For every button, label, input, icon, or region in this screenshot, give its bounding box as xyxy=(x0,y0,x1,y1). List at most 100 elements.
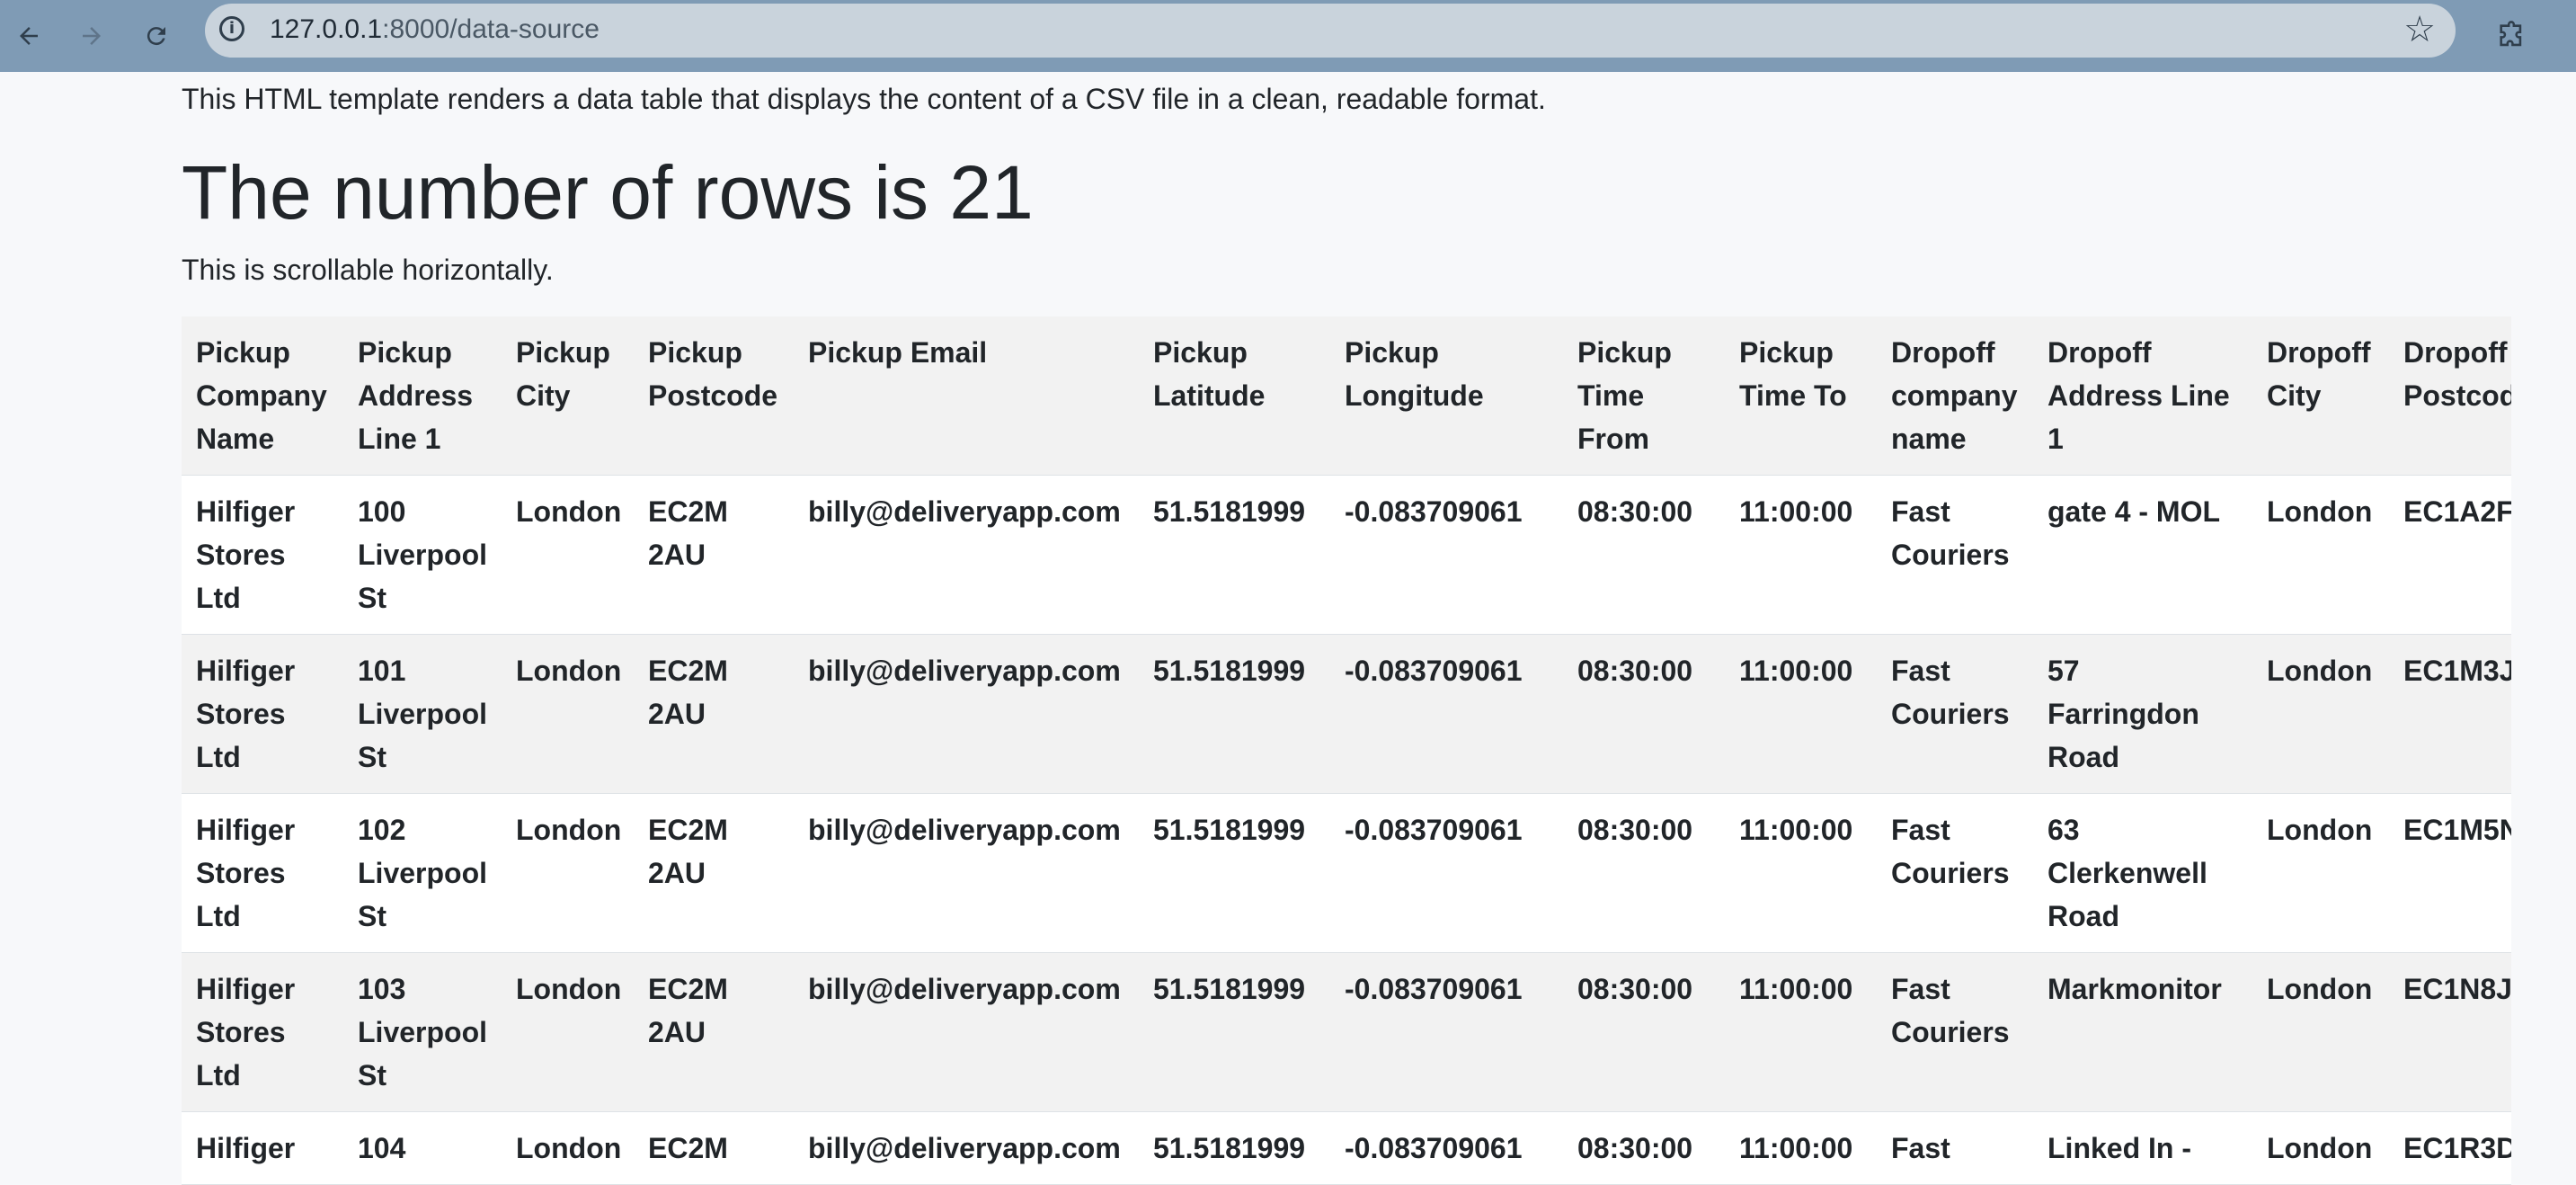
table-cell: 103 Liverpool St xyxy=(358,973,488,1091)
address-bar[interactable]: i 127.0.0.1:8000/data-source ☆ xyxy=(205,4,2456,58)
table-cell: EC1A2F xyxy=(2403,495,2511,528)
table-cell: London xyxy=(516,973,622,1005)
table-cell: 08:30:00 xyxy=(1577,495,1693,528)
table-cell: Fast xyxy=(1891,1132,1950,1164)
column-header: Pickup Address Line 1 xyxy=(343,316,502,476)
table-cell: 51.5181999 xyxy=(1153,1132,1306,1164)
puzzle-icon xyxy=(2500,21,2522,47)
table-cell: 08:30:00 xyxy=(1577,655,1693,687)
table-cell: 08:30:00 xyxy=(1577,973,1693,1005)
table-cell: -0.083709061 xyxy=(1345,655,1523,687)
column-header: Pickup Longitude xyxy=(1330,316,1563,476)
table-header-row: Pickup Company Name Pickup Address Line … xyxy=(182,316,2511,476)
table-row: Hilfiger Stores Ltd 103 Liverpool St Lon… xyxy=(182,952,2511,1112)
table-cell: 51.5181999 xyxy=(1153,655,1306,687)
column-header: Pickup Postcode xyxy=(634,316,794,476)
table-cell: 11:00:00 xyxy=(1739,495,1853,528)
extensions-button[interactable] xyxy=(2486,11,2536,61)
table-cell: EC2M 2AU xyxy=(648,655,728,730)
table-cell: EC2M xyxy=(648,1132,728,1164)
table-row: Hilfiger Stores Ltd 102 Liverpool St Lon… xyxy=(182,793,2511,953)
column-header: Dropoff Address Line 1 xyxy=(2033,316,2252,476)
table-cell: 100 Liverpool St xyxy=(358,495,488,614)
url-host: 127.0.0.1 xyxy=(270,14,383,44)
table-cell: London xyxy=(516,495,622,528)
table-cell: Fast Couriers xyxy=(1891,655,2010,730)
column-header: Dropoff Postcode xyxy=(2389,316,2511,476)
table-cell: 104 xyxy=(358,1132,406,1164)
table-cell: Linked In - xyxy=(2047,1132,2191,1164)
table-cell: EC1M3J xyxy=(2403,655,2511,687)
back-button[interactable] xyxy=(4,11,54,61)
column-header: Pickup Time To xyxy=(1725,316,1877,476)
table-cell: 11:00:00 xyxy=(1739,973,1853,1005)
table-cell: Hilfiger xyxy=(196,1132,296,1164)
data-table: Pickup Company Name Pickup Address Line … xyxy=(182,316,2511,1185)
table-cell: EC2M 2AU xyxy=(648,973,728,1048)
arrow-left-icon xyxy=(20,27,38,45)
scroll-hint: This is scrollable horizontally. xyxy=(182,254,554,286)
table-cell: EC1N8J xyxy=(2403,973,2511,1005)
table-cell: London xyxy=(2267,495,2373,528)
table-cell: 63 Clerkenwell Road xyxy=(2047,814,2207,932)
column-header: Pickup Email xyxy=(794,316,1139,476)
table-cell: Hilfiger Stores Ltd xyxy=(196,495,296,614)
url-text[interactable]: 127.0.0.1:8000/data-source xyxy=(270,14,600,45)
table-cell: 51.5181999 xyxy=(1153,814,1306,846)
forward-button[interactable] xyxy=(67,11,117,61)
column-header: Pickup Time From xyxy=(1563,316,1725,476)
reload-icon xyxy=(147,27,165,46)
reload-button[interactable] xyxy=(131,11,182,61)
table-cell: billy@deliveryapp.com xyxy=(808,495,1121,528)
browser-toolbar: i 127.0.0.1:8000/data-source ☆ xyxy=(0,0,2576,72)
table-cell: -0.083709061 xyxy=(1345,973,1523,1005)
table-row: Hilfiger Stores Ltd 101 Liverpool St Lon… xyxy=(182,634,2511,794)
table-cell: -0.083709061 xyxy=(1345,814,1523,846)
table-cell: 11:00:00 xyxy=(1739,814,1853,846)
table-scroll-container[interactable]: Pickup Company Name Pickup Address Line … xyxy=(182,316,2511,1185)
table-cell: London xyxy=(2267,1132,2373,1164)
table-cell: 08:30:00 xyxy=(1577,814,1693,846)
table-cell: EC1R3D xyxy=(2403,1132,2511,1164)
column-header: Pickup Company Name xyxy=(182,316,343,476)
table-cell: London xyxy=(2267,655,2373,687)
table-row: Hilfiger Stores Ltd 100 Liverpool St Lon… xyxy=(182,475,2511,635)
column-header: Pickup Latitude xyxy=(1139,316,1330,476)
table-cell: 51.5181999 xyxy=(1153,973,1306,1005)
intro-text: This HTML template renders a data table … xyxy=(182,83,1546,115)
table-cell: Fast Couriers xyxy=(1891,973,2010,1048)
info-icon[interactable]: i xyxy=(219,16,244,41)
table-cell: EC1M5N xyxy=(2403,814,2511,846)
table-cell: 51.5181999 xyxy=(1153,495,1306,528)
table-cell: billy@deliveryapp.com xyxy=(808,814,1121,846)
table-cell: Fast Couriers xyxy=(1891,814,2010,889)
table-cell: London xyxy=(516,1132,622,1164)
table-cell: EC2M 2AU xyxy=(648,814,728,889)
table-cell: London xyxy=(516,814,622,846)
table-cell: 11:00:00 xyxy=(1739,1132,1853,1164)
table-cell: Hilfiger Stores Ltd xyxy=(196,814,296,932)
table-cell: gate 4 - MOL xyxy=(2047,495,2221,528)
table-cell: London xyxy=(2267,973,2373,1005)
page-title: The number of rows is 21 xyxy=(182,150,1034,235)
column-header: Dropoff City xyxy=(2252,316,2389,476)
table-cell: 11:00:00 xyxy=(1739,655,1853,687)
column-header: Pickup City xyxy=(502,316,634,476)
table-cell: Fast Couriers xyxy=(1891,495,2010,571)
table-cell: 102 Liverpool St xyxy=(358,814,488,932)
table-cell: Hilfiger Stores Ltd xyxy=(196,655,296,773)
table-cell: 57 Farringdon Road xyxy=(2047,655,2199,773)
table-cell: 101 Liverpool St xyxy=(358,655,488,773)
table-cell: billy@deliveryapp.com xyxy=(808,655,1121,687)
page-content: This HTML template renders a data table … xyxy=(182,72,2511,1185)
table-row: Hilfiger 104 London EC2M billy@deliverya… xyxy=(182,1111,2511,1185)
table-cell: London xyxy=(2267,814,2373,846)
table-cell: -0.083709061 xyxy=(1345,495,1523,528)
table-cell: Markmonitor xyxy=(2047,973,2222,1005)
table-cell: Hilfiger Stores Ltd xyxy=(196,973,296,1091)
star-icon[interactable]: ☆ xyxy=(2403,9,2436,50)
table-cell: EC2M 2AU xyxy=(648,495,728,571)
table-cell: 08:30:00 xyxy=(1577,1132,1693,1164)
table-cell: billy@deliveryapp.com xyxy=(808,973,1121,1005)
table-cell: -0.083709061 xyxy=(1345,1132,1523,1164)
